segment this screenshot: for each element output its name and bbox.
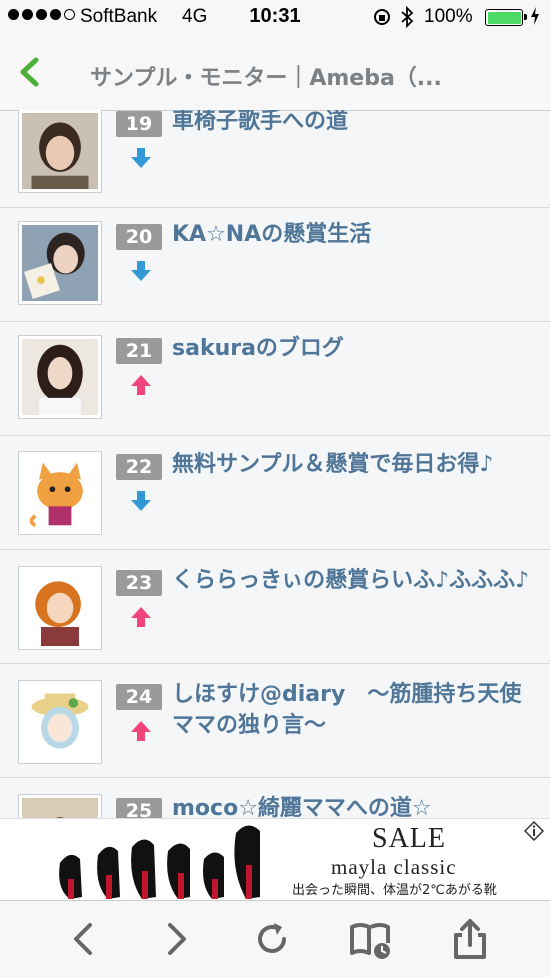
rank-badge: 22 [116,454,162,480]
bluetooth-icon [400,5,414,35]
shoes-image [40,819,280,901]
blog-avatar [18,680,102,764]
blog-title[interactable]: 車椅子歌手への道 [172,110,532,137]
blog-avatar [18,335,102,419]
blog-avatar [18,794,102,818]
rank-badge: 19 [116,111,162,137]
arrow-down-icon [129,489,153,513]
back-chevron-icon[interactable] [12,54,48,90]
list-item[interactable]: 21 sakuraのブログ [0,322,550,436]
ad-brand-text: mayla classic [331,855,457,879]
list-item[interactable]: 20 KA☆NAの懸賞生活 [0,208,550,322]
back-arrow-icon[interactable] [60,915,108,963]
rotation-lock-icon [372,7,392,33]
arrow-up-icon [129,605,153,629]
list-item[interactable]: 23 くららっきぃの懸賞らいふ♪ふふふ♪ [0,550,550,664]
battery-percentage: 100% [424,6,473,27]
ad-tagline: 出会った瞬間、体温が2℃あがる靴 [292,883,497,898]
list-item[interactable]: 22 無料サンプル＆懸賞で毎日お得♪ [0,436,550,550]
rank-badge: 20 [116,224,162,250]
ad-info-icon[interactable] [523,820,545,842]
bookmarks-icon[interactable] [346,915,394,963]
blog-title[interactable]: しほすけ@diary 〜筋腫持ち天使ママの独り言〜 [172,679,532,741]
browser-toolbar [0,900,550,977]
battery-icon [485,9,527,26]
arrow-down-icon [129,259,153,283]
ranking-list: 19 車椅子歌手への道 20 KA☆NAの懸賞生活 21 sakuraのブログ … [0,110,550,818]
blog-title[interactable]: KA☆NAの懸賞生活 [172,219,532,250]
blog-title[interactable]: moco☆綺麗ママへの道☆ [172,793,532,818]
reload-icon[interactable] [248,915,296,963]
list-item[interactable]: 24 しほすけ@diary 〜筋腫持ち天使ママの独り言〜 [0,664,550,778]
rank-badge: 24 [116,684,162,710]
arrow-up-icon [129,719,153,743]
rank-badge: 23 [116,570,162,596]
page-title: サンプル・モニター｜Ameba（... [90,66,442,91]
rank-badge: 25 [116,798,162,818]
blog-title[interactable]: sakuraのブログ [172,333,532,364]
list-item[interactable]: 25 moco☆綺麗ママへの道☆ [0,778,550,818]
share-icon[interactable] [446,915,494,963]
blog-avatar [18,110,102,193]
status-bar: SoftBank 4G 10:31 100% [0,0,550,36]
blog-avatar [18,451,102,535]
ad-banner[interactable]: SALE mayla classic 出会った瞬間、体温が2℃あがる靴 [0,818,550,901]
blog-title[interactable]: 無料サンプル＆懸賞で毎日お得♪ [172,449,532,480]
rank-badge: 21 [116,338,162,364]
list-item[interactable]: 19 車椅子歌手への道 [0,110,550,208]
charging-icon [530,6,540,31]
ad-sale-text: SALE [372,823,446,854]
blog-title[interactable]: くららっきぃの懸賞らいふ♪ふふふ♪ [172,565,532,596]
arrow-down-icon [129,146,153,170]
arrow-up-icon [129,373,153,397]
blog-avatar [18,221,102,305]
navigation-bar: サンプル・モニター｜Ameba（... [0,36,550,111]
forward-arrow-icon[interactable] [152,915,200,963]
blog-avatar [18,566,102,650]
